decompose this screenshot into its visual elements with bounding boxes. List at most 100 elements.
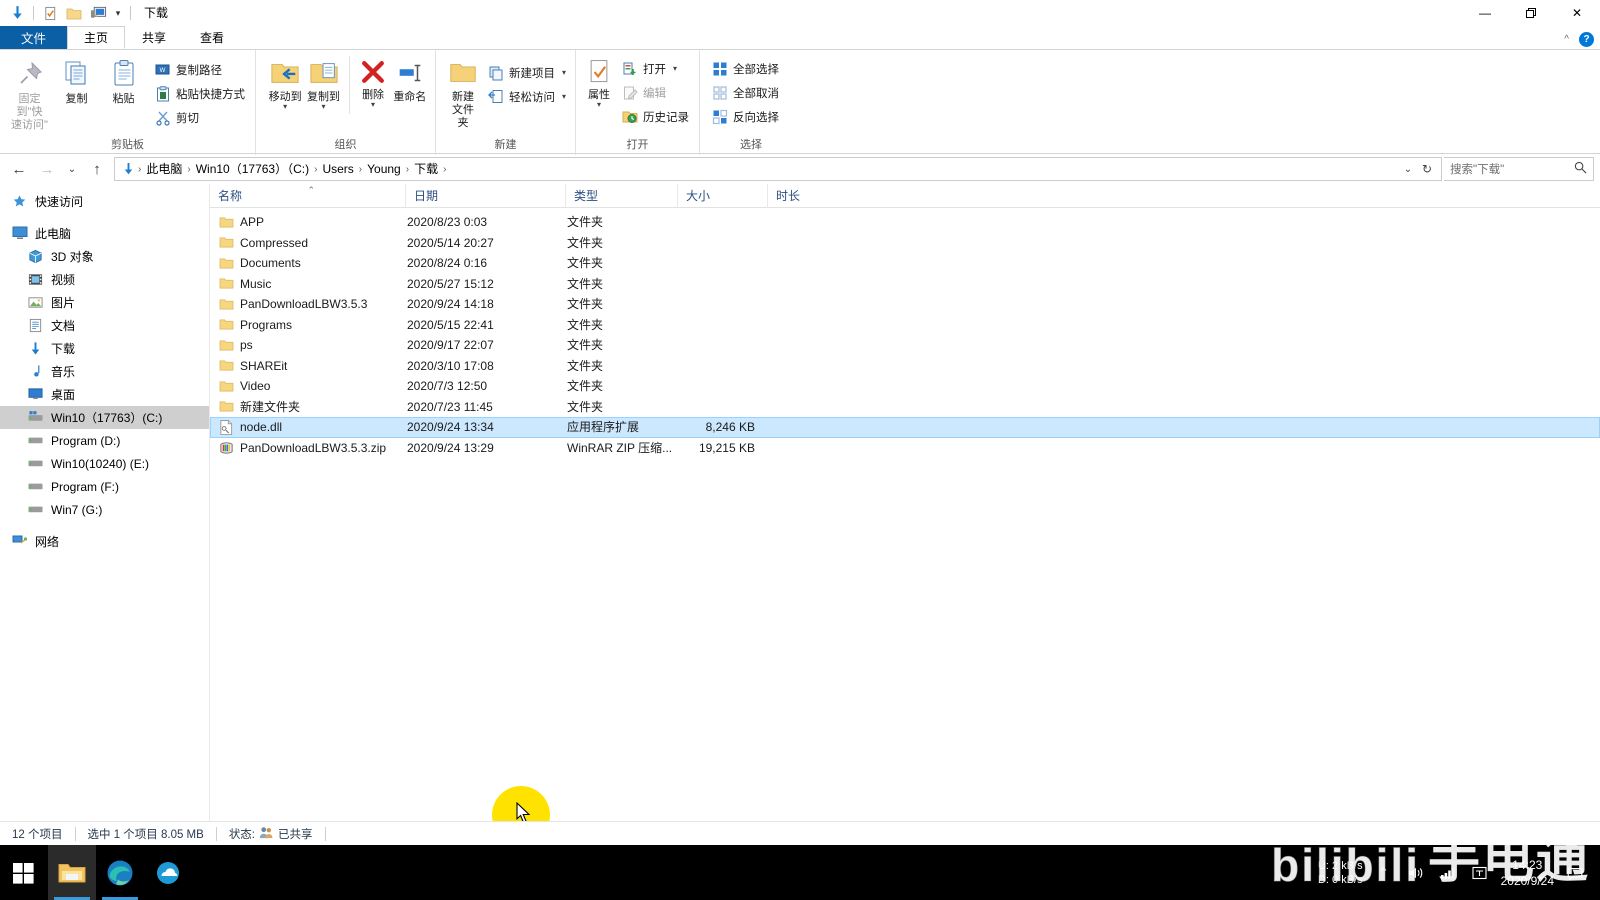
paste-shortcut-button[interactable]: 粘贴快捷方式 — [151, 83, 249, 104]
crumb-1[interactable]: Win10（17763）（C:) — [192, 158, 313, 180]
up-button[interactable]: ↑ — [84, 156, 110, 182]
file-name-cell[interactable]: Video — [211, 376, 407, 396]
tab-share[interactable]: 共享 — [125, 26, 183, 49]
sidebar-item-win10-e[interactable]: Win10(10240) (E:) — [0, 452, 209, 475]
move-to-caret-icon[interactable]: ▾ — [283, 103, 287, 111]
sidebar-item-3d-objects[interactable]: 3D 对象 — [0, 245, 209, 268]
history-button[interactable]: 历史记录 — [618, 106, 693, 127]
volume-icon[interactable] — [1405, 866, 1427, 880]
crumb-3[interactable]: Young — [363, 158, 405, 180]
table-row[interactable]: Compressed 2020/5/14 20:27 文件夹 — [210, 233, 1600, 254]
search-icon[interactable] — [1574, 161, 1587, 177]
column-header-type[interactable]: 类型 — [566, 183, 678, 208]
pin-to-quick-access-button[interactable]: 固定到"快 速访问" — [6, 54, 53, 132]
table-row[interactable]: ps 2020/9/17 22:07 文件夹 — [210, 335, 1600, 356]
crumb-0[interactable]: 此电脑 — [142, 158, 186, 180]
column-header-length[interactable]: 时长 — [768, 184, 868, 208]
recent-locations-button[interactable]: ⌄ — [62, 156, 82, 182]
sidebar-item-win7-g[interactable]: Win7 (G:) — [0, 498, 209, 521]
window-controls[interactable]: — ✕ — [1462, 0, 1600, 26]
move-to-button[interactable]: 移动到 ▾ — [266, 54, 304, 111]
column-header-size[interactable]: 大小 — [678, 183, 768, 208]
system-tray[interactable]: U: 2 kB/s D: 0 kB/s ⌃ 14:23 2020/9/24 — [1318, 845, 1600, 900]
sidebar-item-music[interactable]: 音乐 — [0, 360, 209, 383]
table-row[interactable]: 新建文件夹 2020/7/23 11:45 文件夹 — [210, 397, 1600, 418]
open-caret-icon[interactable]: ▾ — [673, 64, 677, 73]
taskbar-cloud-app[interactable] — [144, 845, 192, 900]
column-header-name[interactable]: ⌃ 名称 — [210, 183, 406, 208]
new-folder-icon[interactable] — [63, 2, 85, 24]
back-button[interactable]: ← — [6, 156, 32, 182]
sidebar-item-pictures[interactable]: 图片 — [0, 291, 209, 314]
forward-button[interactable]: → — [34, 156, 60, 182]
navigation-pane[interactable]: 快速访问 此电脑 3D 对象 视频 图片 文档 下载 音乐 桌面 Win10（1… — [0, 184, 210, 827]
customize-chevron-icon[interactable]: ▾ — [111, 8, 125, 19]
new-item-button[interactable]: 新建项目 ▾ — [484, 62, 570, 83]
file-name-cell[interactable]: 新建文件夹 — [211, 397, 407, 417]
taskbar-file-explorer[interactable] — [48, 845, 96, 900]
sidebar-item-this-pc[interactable]: 此电脑 — [0, 222, 209, 245]
ribbon-tabs[interactable]: 文件 主页 共享 查看 ^ ? — [0, 26, 1600, 49]
new-item-caret-icon[interactable]: ▾ — [562, 68, 566, 77]
sidebar-item-network[interactable]: 网络 — [0, 530, 209, 553]
sidebar-item-win10-c[interactable]: Win10（17763）(C:) — [0, 406, 209, 429]
quick-access-toolbar[interactable]: ▾ — [0, 0, 134, 26]
sidebar-item-quick-access[interactable]: 快速访问 — [0, 190, 209, 213]
sidebar-item-downloads[interactable]: 下载 — [0, 337, 209, 360]
select-all-button[interactable]: 全部选择 — [708, 58, 783, 79]
table-row[interactable]: Video 2020/7/3 12:50 文件夹 — [210, 376, 1600, 397]
edit-button[interactable]: 编辑 — [618, 82, 693, 103]
paste-button[interactable]: 粘贴 — [100, 54, 147, 106]
breadcrumb-folder-icon[interactable] — [119, 162, 137, 177]
sidebar-item-desktop[interactable]: 桌面 — [0, 383, 209, 406]
sidebar-item-videos[interactable]: 视频 — [0, 268, 209, 291]
downloads-arrow-icon[interactable] — [6, 2, 28, 24]
address-dropdown-icon[interactable]: ⌄ — [1399, 164, 1417, 175]
open-button[interactable]: 打开 ▾ — [618, 58, 693, 79]
file-name-cell[interactable]: PanDownloadLBW3.5.3 — [211, 294, 407, 314]
file-name-cell[interactable]: Documents — [211, 253, 407, 273]
new-folder-button[interactable]: 新建 文件夹 — [448, 54, 478, 130]
file-name-cell[interactable]: ps — [211, 335, 407, 355]
file-name-cell[interactable]: APP — [211, 212, 407, 232]
cut-button[interactable]: 剪切 — [151, 107, 249, 128]
delete-caret-icon[interactable]: ▾ — [371, 101, 375, 109]
start-button[interactable] — [0, 845, 48, 900]
copy-to-caret-icon[interactable]: ▾ — [322, 103, 326, 111]
search-input[interactable]: 搜索"下载" — [1444, 157, 1594, 181]
chevron-up-icon[interactable]: ⌃ — [1373, 865, 1395, 881]
computer-icon[interactable] — [87, 2, 109, 24]
column-headers[interactable]: ⌃ 名称 日期 类型 大小 时长 — [210, 183, 1600, 208]
crumb-2[interactable]: Users — [318, 158, 357, 180]
refresh-icon[interactable]: ↻ — [1417, 162, 1437, 176]
help-icon[interactable]: ? — [1579, 32, 1594, 47]
taskbar-edge[interactable] — [96, 845, 144, 900]
file-name-cell[interactable]: PanDownloadLBW3.5.3.zip — [211, 438, 407, 458]
table-row[interactable]: Music 2020/5/27 15:12 文件夹 — [210, 274, 1600, 295]
invert-selection-button[interactable]: 反向选择 — [708, 106, 783, 127]
minimize-button[interactable]: — — [1462, 0, 1508, 26]
clock[interactable]: 14:23 2020/9/24 — [1501, 857, 1554, 889]
network-icon[interactable] — [1437, 866, 1459, 880]
file-name-cell[interactable]: Music — [211, 274, 407, 294]
properties-caret-icon[interactable]: ▾ — [597, 101, 601, 109]
properties-icon[interactable] — [39, 2, 61, 24]
copy-path-button[interactable]: W 复制路径 — [151, 59, 249, 80]
easy-access-button[interactable]: 轻松访问 ▾ — [484, 86, 570, 107]
ime-icon[interactable] — [1469, 866, 1491, 880]
table-row[interactable]: node.dll 2020/9/24 13:34 应用程序扩展 8,246 KB — [210, 417, 1600, 438]
sidebar-item-program-f[interactable]: Program (F:) — [0, 475, 209, 498]
table-row[interactable]: PanDownloadLBW3.5.3.zip 2020/9/24 13:29 … — [210, 438, 1600, 459]
copy-to-button[interactable]: 复制到 ▾ — [304, 54, 342, 111]
copy-button[interactable]: 复制 — [53, 54, 100, 106]
sidebar-item-documents[interactable]: 文档 — [0, 314, 209, 337]
easy-access-caret-icon[interactable]: ▾ — [562, 92, 566, 101]
file-name-cell[interactable]: Programs — [211, 315, 407, 335]
maximize-button[interactable] — [1508, 0, 1554, 26]
tab-file[interactable]: 文件 — [0, 26, 68, 49]
file-name-cell[interactable]: node.dll — [211, 417, 407, 437]
table-row[interactable]: Programs 2020/5/15 22:41 文件夹 — [210, 315, 1600, 336]
sidebar-item-program-d[interactable]: Program (D:) — [0, 429, 209, 452]
tab-view[interactable]: 查看 — [183, 26, 241, 49]
table-row[interactable]: PanDownloadLBW3.5.3 2020/9/24 14:18 文件夹 — [210, 294, 1600, 315]
